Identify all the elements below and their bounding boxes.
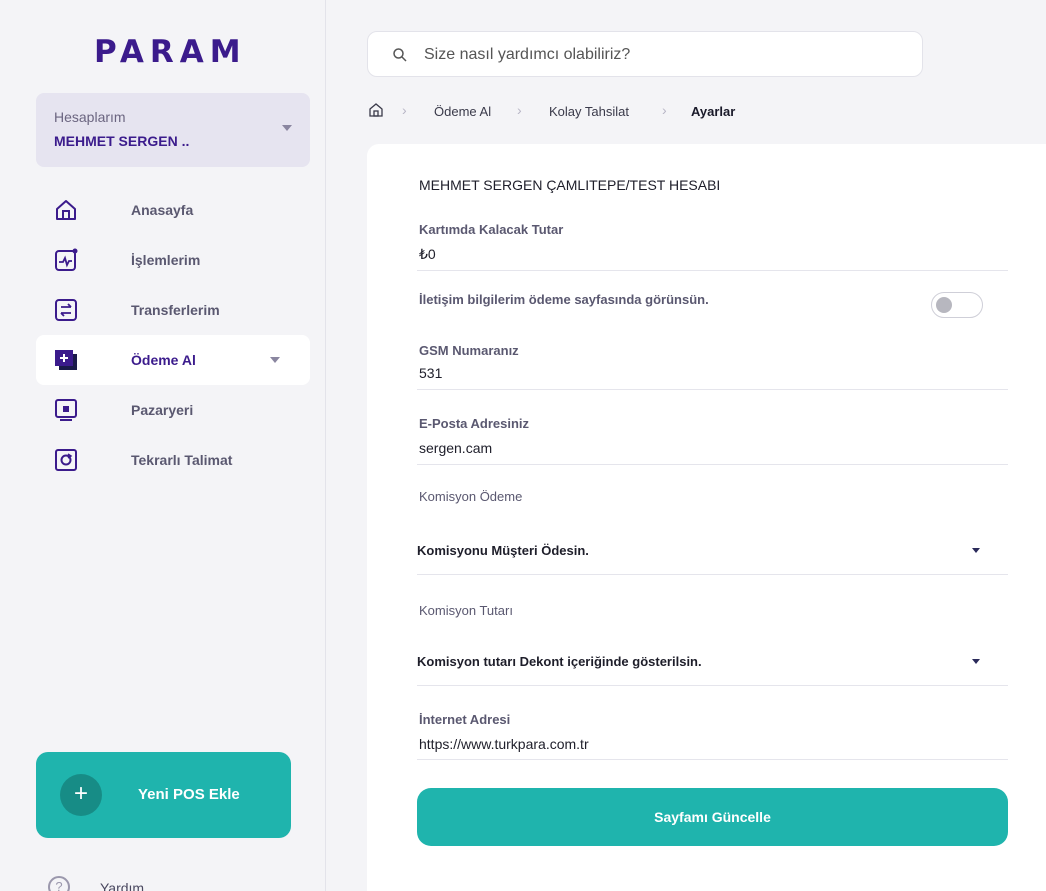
contact-visibility-toggle[interactable] (931, 292, 983, 318)
update-page-button[interactable]: Sayfamı Güncelle (417, 788, 1008, 846)
chevron-down-icon[interactable] (972, 548, 980, 553)
toggle-knob (936, 297, 952, 313)
website-label: İnternet Adresi (419, 712, 511, 727)
contact-visibility-label: İletişim bilgilerim ödeme sayfasında gör… (419, 292, 709, 307)
commission-payment-field: Komisyon Ödeme Komisyonu Müşteri Ödesin. (417, 465, 1008, 575)
contact-visibility-row: İletişim bilgilerim ödeme sayfasında gör… (417, 271, 1008, 339)
settings-form: MEHMET SERGEN ÇAMLITEPE/TEST HESABI Kart… (367, 144, 1046, 891)
sidebar-item-label: Ödeme Al (131, 352, 196, 368)
sidebar-item-islemlerim[interactable]: İşlemlerim (36, 235, 310, 285)
breadcrumb-kolay-tahsilat[interactable]: Kolay Tahsilat (549, 104, 629, 119)
sidebar-item-label: İşlemlerim (131, 252, 201, 268)
account-label: Hesaplarım (54, 109, 126, 125)
param-logo[interactable]: PARAM (94, 34, 247, 70)
recurring-icon (55, 449, 77, 471)
commission-amount-field: Komisyon Tutarı Komisyon tutarı Dekont i… (417, 575, 1008, 686)
home-icon[interactable] (368, 102, 384, 118)
home-icon (56, 200, 76, 220)
sidebar-nav: Anasayfa İşlemlerim Transferlerim Ödeme … (36, 185, 310, 485)
title-field: MEHMET SERGEN ÇAMLITEPE/TEST HESABI (417, 144, 1008, 204)
card-amount-field[interactable]: Kartımda Kalacak Tutar ₺0 (417, 204, 1008, 271)
email-field[interactable]: E-Posta Adresiniz sergen.cam (417, 390, 1008, 465)
commission-payment-label: Komisyon Ödeme (419, 489, 523, 504)
transfer-icon (55, 299, 77, 321)
question-icon: ? (48, 876, 70, 891)
payment-add-icon (55, 350, 77, 370)
new-pos-button[interactable]: + Yeni POS Ekle (36, 752, 291, 838)
website-value: https://www.turkpara.com.tr (419, 736, 589, 752)
gsm-value: 531 (419, 365, 443, 381)
chevron-down-icon[interactable] (972, 659, 980, 664)
breadcrumb-current: Ayarlar (691, 104, 736, 119)
card-amount-value: ₺0 (419, 246, 436, 262)
account-name: MEHMET SERGEN .. (54, 133, 190, 149)
sidebar-item-pazaryeri[interactable]: Pazaryeri (36, 385, 310, 435)
sidebar-item-label: Transferlerim (131, 302, 220, 318)
sidebar-item-tekrarli-talimat[interactable]: Tekrarlı Talimat (36, 435, 310, 485)
card-amount-label: Kartımda Kalacak Tutar (419, 222, 564, 237)
email-label: E-Posta Adresiniz (419, 416, 530, 431)
sidebar: PARAM Hesaplarım MEHMET SERGEN .. Anasay… (0, 0, 326, 891)
search-icon (393, 48, 407, 62)
breadcrumb-odeme-al[interactable]: Ödeme Al (434, 104, 491, 119)
breadcrumb-separator-icon: › (402, 102, 407, 118)
sidebar-item-label: Pazaryeri (131, 402, 194, 418)
gsm-label: GSM Numaranız (419, 343, 519, 358)
commission-payment-select[interactable]: Komisyonu Müşteri Ödesin. (417, 543, 589, 558)
sidebar-item-label: Tekrarlı Talimat (131, 452, 233, 468)
search-input[interactable] (424, 42, 904, 68)
commission-amount-label: Komisyon Tutarı (419, 603, 513, 618)
commission-amount-select[interactable]: Komisyon tutarı Dekont içeriğinde göster… (417, 654, 702, 669)
chevron-down-icon (282, 125, 292, 131)
breadcrumb-separator-icon: › (662, 102, 667, 118)
sidebar-item-label: Anasayfa (131, 202, 194, 218)
new-pos-label: Yeni POS Ekle (138, 786, 240, 803)
sidebar-item-anasayfa[interactable]: Anasayfa (36, 185, 310, 235)
help-label: Yardım (100, 880, 145, 891)
marketplace-icon (55, 399, 77, 421)
gsm-field[interactable]: GSM Numaranız 531 (417, 339, 1008, 390)
sidebar-item-transferlerim[interactable]: Transferlerim (36, 285, 310, 335)
email-value: sergen.cam (419, 440, 493, 456)
search-bar (367, 31, 923, 77)
sidebar-item-odeme-al[interactable]: Ödeme Al (36, 335, 310, 385)
breadcrumb-separator-icon: › (517, 102, 522, 118)
title-value: MEHMET SERGEN ÇAMLITEPE/TEST HESABI (419, 177, 721, 193)
account-selector[interactable]: Hesaplarım MEHMET SERGEN .. (36, 93, 310, 167)
plus-icon: + (60, 774, 102, 816)
website-field[interactable]: İnternet Adresi https://www.turkpara.com… (417, 686, 1008, 760)
chevron-down-icon (270, 357, 280, 363)
activity-icon (55, 248, 78, 271)
